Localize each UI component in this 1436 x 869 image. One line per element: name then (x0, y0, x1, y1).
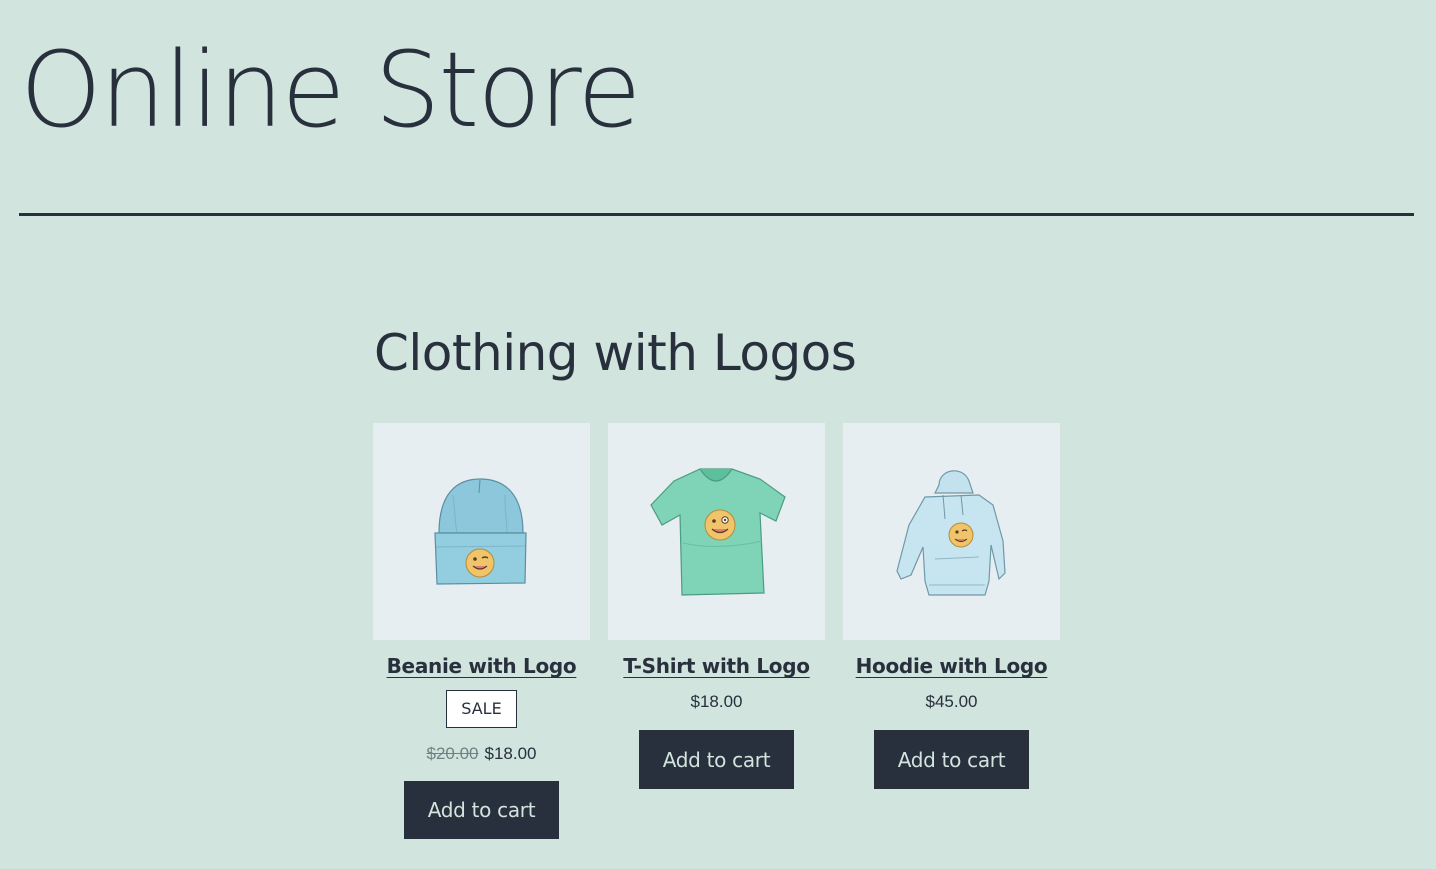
product-price: $45.00 (925, 692, 978, 711)
product-price: $18.00 (690, 692, 743, 711)
sale-badge: SALE (446, 690, 517, 728)
regular-price: $20.00 (426, 743, 479, 763)
add-to-cart-button[interactable]: Add to cart (638, 730, 795, 789)
product-card-hoodie: Hoodie with Logo $45.00 Add to cart (843, 423, 1060, 839)
product-card-beanie: Beanie with Logo SALE $20.00 $18.00 Add t… (373, 423, 590, 839)
tshirt-image (650, 468, 786, 596)
header-divider (19, 213, 1414, 216)
product-card-tshirt: T-Shirt with Logo $18.00 Add to cart (608, 423, 825, 839)
site-title[interactable]: Online Store (20, 38, 641, 142)
product-image-hoodie[interactable] (843, 423, 1060, 640)
add-to-cart-button[interactable]: Add to cart (403, 780, 560, 839)
product-title-link[interactable]: Hoodie with Logo (856, 654, 1048, 678)
section-title: Clothing with Logos (374, 324, 857, 382)
product-image-tshirt[interactable] (608, 423, 825, 640)
product-grid: Beanie with Logo SALE $20.00 $18.00 Add t… (373, 423, 1060, 839)
beanie-image (434, 478, 527, 585)
product-price: $20.00 $18.00 (427, 744, 537, 764)
sale-price: $18.00 (484, 743, 537, 763)
product-image-beanie[interactable] (373, 423, 590, 640)
hoodie-image (896, 470, 1006, 596)
add-to-cart-button[interactable]: Add to cart (873, 730, 1030, 789)
product-title-link[interactable]: Beanie with Logo (387, 654, 577, 678)
product-title-link[interactable]: T-Shirt with Logo (623, 654, 810, 678)
